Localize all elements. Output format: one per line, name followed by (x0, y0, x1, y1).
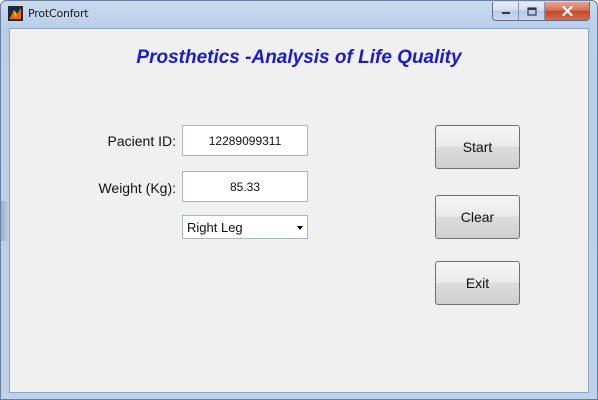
title-bar[interactable]: ProtConfort (1, 1, 597, 27)
close-button[interactable] (545, 2, 589, 20)
exit-button[interactable]: Exit (435, 261, 520, 305)
window-title: ProtConfort (28, 7, 89, 20)
weight-label: Weight (Kg): (98, 180, 176, 196)
minimize-icon (501, 12, 510, 14)
weight-field[interactable] (182, 171, 308, 202)
figure-panel: Prosthetics -Analysis of Life Quality Pa… (9, 28, 589, 393)
clear-button-label: Clear (460, 209, 495, 225)
matlab-icon (8, 6, 23, 21)
leg-select-value: Right Leg (187, 220, 243, 235)
minimize-button[interactable] (493, 2, 519, 20)
pacient-id-label: Pacient ID: (107, 133, 176, 149)
exit-button-label: Exit (465, 275, 490, 291)
window-edge-shadow (1, 201, 9, 241)
leg-select[interactable]: Right Leg (182, 215, 308, 239)
start-button[interactable]: Start (435, 125, 520, 169)
app-window: ProtConfort Prosthetics -Analysis of Lif… (0, 0, 598, 400)
clear-button[interactable]: Clear (435, 195, 520, 239)
chevron-down-icon[interactable] (297, 226, 303, 230)
close-icon (561, 6, 573, 16)
window-controls (492, 2, 590, 21)
page-title: Prosthetics -Analysis of Life Quality (136, 47, 462, 68)
pacient-id-field[interactable] (182, 125, 308, 156)
start-button-label: Start (462, 139, 493, 155)
maximize-icon (526, 6, 537, 16)
maximize-button[interactable] (519, 2, 545, 20)
